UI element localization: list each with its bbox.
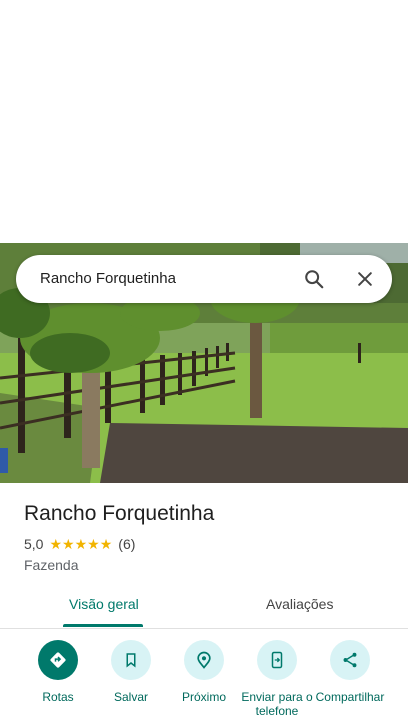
review-count[interactable]: (6) xyxy=(118,536,135,552)
tab-overview[interactable]: Visão geral xyxy=(69,596,139,612)
star-icon: ★ xyxy=(74,536,88,552)
action-label: Próximo xyxy=(181,690,226,704)
map-blank-area xyxy=(0,0,408,243)
search-icon[interactable] xyxy=(302,267,326,291)
nearby-button[interactable]: Próximo xyxy=(166,640,242,704)
save-button[interactable]: Salvar xyxy=(93,640,169,704)
directions-icon xyxy=(38,640,78,680)
star-icon: ★ xyxy=(87,536,100,552)
send-to-phone-button[interactable]: Enviar para o telefone xyxy=(239,640,315,718)
tab-bar: Visão geral Avaliações xyxy=(0,588,408,629)
directions-button[interactable]: Rotas xyxy=(20,640,96,704)
star-icon: ★ xyxy=(62,536,75,552)
rating-value: 5,0 xyxy=(24,536,44,552)
active-tab-indicator xyxy=(63,624,143,627)
action-label: Salvar xyxy=(113,690,148,704)
star-icon: ★ xyxy=(49,536,63,552)
star-icon: ★ xyxy=(99,536,113,552)
nearby-icon xyxy=(184,640,224,680)
tab-reviews[interactable]: Avaliações xyxy=(266,596,333,612)
action-label: Rotas xyxy=(42,690,74,704)
place-title: Rancho Forquetinha xyxy=(24,502,215,525)
close-icon[interactable] xyxy=(353,267,377,291)
action-label: Enviar para o telefone xyxy=(241,690,313,718)
star-rating: ★ ★ ★ ★ ★ xyxy=(49,537,112,551)
search-bar[interactable]: Rancho Forquetinha xyxy=(16,255,392,303)
share-icon xyxy=(330,640,370,680)
action-label: Compartilhar xyxy=(315,690,385,704)
share-button[interactable]: Compartilhar xyxy=(312,640,388,704)
action-bar: Rotas Salvar Próximo Enviar para o telef… xyxy=(0,640,408,726)
rating-row[interactable]: 5,0 ★ ★ ★ ★ ★ (6) xyxy=(24,536,135,552)
place-category: Fazenda xyxy=(24,557,79,573)
bookmark-icon xyxy=(111,640,151,680)
search-input[interactable]: Rancho Forquetinha xyxy=(40,270,176,287)
send-to-phone-icon xyxy=(257,640,297,680)
